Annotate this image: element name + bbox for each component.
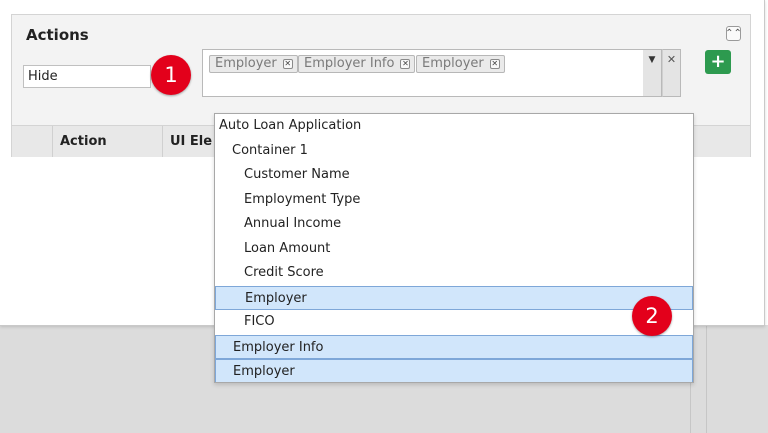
dropdown-option[interactable]: Loan Amount — [215, 237, 693, 261]
dropdown-option[interactable]: Customer Name — [215, 163, 693, 187]
callout-badge-1: 1 — [151, 55, 191, 95]
selected-chip: Employer Info ✕ — [298, 55, 416, 73]
dropdown-option-label: Auto Loan Application — [219, 118, 362, 133]
table-header-action[interactable]: Action — [52, 126, 163, 157]
add-action-plus-icon[interactable]: + — [705, 50, 731, 74]
remove-chip-icon[interactable]: ✕ — [489, 59, 500, 69]
backdrop-divider — [706, 325, 707, 433]
dropdown-option[interactable]: Employer Info — [215, 335, 693, 359]
dropdown-option-label: Annual Income — [244, 216, 342, 231]
selected-chip: Employer ✕ — [209, 55, 298, 73]
selected-chip-label: Employer Info — [304, 56, 395, 71]
table-header-ui-element-label: UI Ele — [170, 134, 213, 149]
dropdown-option[interactable]: Employer — [215, 286, 693, 310]
clear-selection-close-icon[interactable]: ✕ — [662, 49, 681, 97]
dropdown-option-label: Employment Type — [244, 192, 361, 207]
dropdown-option-label: Customer Name — [244, 167, 350, 182]
ui-element-multiselect[interactable]: Employer ✕ Employer Info ✕ Employer ✕ — [202, 49, 644, 97]
dropdown-toggle-chevron-down-icon[interactable]: ▼ — [643, 49, 662, 97]
dropdown-option-label: FICO — [244, 314, 275, 329]
actions-title: Actions — [26, 26, 89, 44]
remove-chip-icon[interactable]: ✕ — [400, 59, 411, 69]
dropdown-option-label: Employer — [233, 364, 295, 379]
dropdown-option-label: Employer Info — [233, 340, 324, 355]
remove-chip-icon[interactable]: ✕ — [282, 59, 293, 69]
selected-chip-label: Employer — [215, 56, 277, 71]
dropdown-option-label: Credit Score — [244, 265, 324, 280]
dropdown-option[interactable]: Container 1 — [215, 139, 693, 163]
dropdown-option[interactable]: Employer — [215, 359, 693, 382]
dropdown-option-label: Employer — [245, 291, 307, 306]
selected-chip-label: Employer — [422, 56, 484, 71]
dropdown-option-label: Loan Amount — [244, 241, 331, 256]
dropdown-option[interactable]: Credit Score — [215, 261, 693, 285]
action-type-input[interactable] — [23, 65, 151, 88]
selected-chip: Employer ✕ — [416, 55, 505, 73]
dropdown-option[interactable]: Annual Income — [215, 212, 693, 236]
dropdown-option-label: Container 1 — [232, 143, 308, 158]
dropdown-option[interactable]: Employment Type — [215, 188, 693, 212]
table-header-action-label: Action — [60, 134, 107, 149]
callout-badge-2: 2 — [632, 296, 672, 336]
collapse-icon[interactable]: ⌃⌃ — [725, 26, 742, 41]
dropdown-option[interactable]: Auto Loan Application — [215, 114, 693, 138]
ui-element-dropdown-list: Auto Loan Application Container 1 Customer… — [214, 113, 694, 383]
dropdown-option[interactable]: FICO — [215, 310, 693, 334]
